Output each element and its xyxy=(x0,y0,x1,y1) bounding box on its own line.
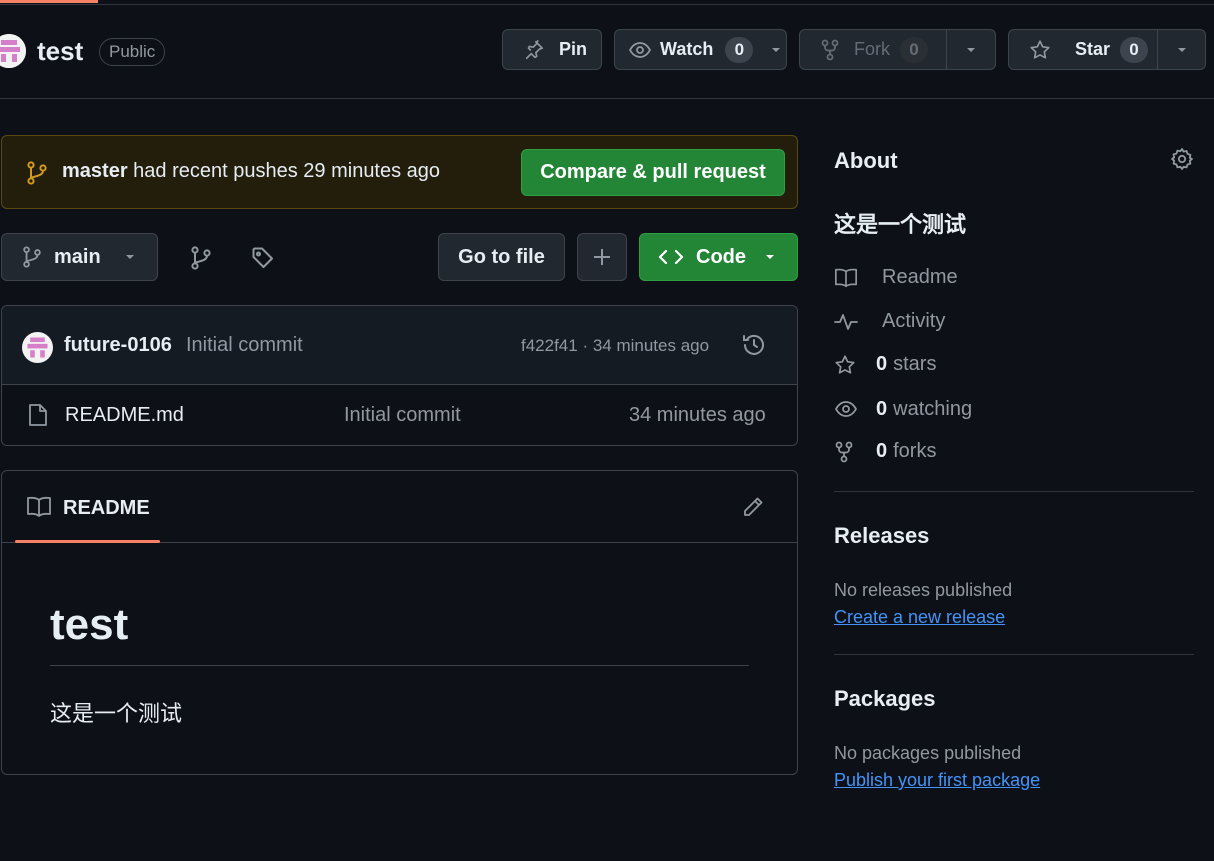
commit-message[interactable]: Initial commit xyxy=(186,334,303,357)
repo-name[interactable]: test xyxy=(37,36,83,67)
file-name[interactable]: README.md xyxy=(65,404,184,427)
readme-tab-indicator xyxy=(15,540,160,543)
about-item-label: forks xyxy=(893,440,937,462)
caret-down-icon xyxy=(769,43,783,57)
watch-label: Watch xyxy=(660,39,714,59)
star-button[interactable]: Star 0 xyxy=(1008,29,1206,70)
branches-icon[interactable] xyxy=(190,246,212,270)
table-row[interactable]: README.md Initial commit 34 minutes ago xyxy=(2,385,797,445)
commit-meta[interactable]: f422f41 · 34 minutes ago xyxy=(521,336,709,356)
commit-author[interactable]: future-0106 xyxy=(64,334,172,357)
about-item-count: 0 xyxy=(876,440,888,462)
branch-icon xyxy=(26,161,48,185)
active-tab-indicator xyxy=(0,0,98,3)
pin-label: Pin xyxy=(559,39,588,59)
readme-heading: test xyxy=(50,600,129,649)
fork-main[interactable]: Fork 0 xyxy=(800,30,946,69)
releases-title[interactable]: Releases xyxy=(834,523,929,549)
about-activity-link[interactable]: Activity xyxy=(834,310,945,333)
plus-icon xyxy=(592,247,612,267)
branch-selector[interactable]: main xyxy=(1,233,158,281)
owner-avatar[interactable] xyxy=(0,34,26,68)
about-forks-link[interactable]: 0 forks xyxy=(834,440,936,463)
file-browser: future-0106 Initial commit f422f41 · 34 … xyxy=(1,305,798,446)
gear-icon[interactable] xyxy=(1170,147,1194,171)
file-age: 34 minutes ago xyxy=(629,404,766,426)
watch-count: 0 xyxy=(725,36,754,63)
pulse-icon xyxy=(834,311,858,333)
caret-down-icon xyxy=(763,250,777,264)
about-item-count: 0 xyxy=(876,353,888,375)
fork-dropdown[interactable] xyxy=(947,30,995,69)
caret-down-icon xyxy=(964,43,978,57)
fork-button[interactable]: Fork 0 xyxy=(799,29,996,70)
watch-button[interactable]: Watch 0 xyxy=(614,29,787,70)
packages-empty-text: No packages published xyxy=(834,743,1022,763)
fork-icon xyxy=(834,441,858,463)
publish-package-link[interactable]: Publish your first package xyxy=(834,770,1040,791)
create-release-link[interactable]: Create a new release xyxy=(834,607,1005,628)
branch-name: main xyxy=(54,245,101,268)
file-commit-message[interactable]: Initial commit xyxy=(344,404,461,427)
recent-push-text: master had recent pushes 29 minutes ago xyxy=(62,160,440,183)
about-item-label: Activity xyxy=(882,310,946,332)
add-file-button[interactable] xyxy=(577,233,627,281)
about-item-label: stars xyxy=(893,353,937,375)
about-item-label: Readme xyxy=(882,266,958,288)
top-divider xyxy=(0,4,1214,5)
star-label: Star xyxy=(1075,39,1111,59)
banner-message: had recent pushes 29 minutes ago xyxy=(127,160,441,182)
file-icon xyxy=(28,403,48,427)
tag-icon[interactable] xyxy=(251,246,275,270)
branch-icon xyxy=(22,246,42,268)
pencil-icon[interactable] xyxy=(741,495,765,519)
visibility-badge: Public xyxy=(99,38,166,66)
code-icon xyxy=(658,247,684,267)
fork-icon xyxy=(820,39,840,61)
about-item-label: watching xyxy=(893,397,973,420)
code-label: Code xyxy=(696,245,746,268)
book-icon xyxy=(834,267,858,289)
repo-description: 这是一个测试 xyxy=(834,212,967,237)
readme-tab[interactable]: README xyxy=(63,497,150,520)
readme-body: 这是一个测试 xyxy=(50,701,183,726)
banner-branch[interactable]: master xyxy=(62,160,128,182)
watch-dropdown[interactable] xyxy=(763,30,783,69)
fork-label: Fork xyxy=(854,39,890,59)
star-icon xyxy=(834,354,858,376)
caret-down-icon xyxy=(123,250,137,264)
about-title: About xyxy=(834,148,898,173)
star-count: 0 xyxy=(1120,36,1149,63)
compare-pull-request-button[interactable]: Compare & pull request xyxy=(521,149,785,196)
latest-commit-row: future-0106 Initial commit f422f41 · 34 … xyxy=(2,306,797,385)
avatar[interactable] xyxy=(22,332,53,363)
history-icon[interactable] xyxy=(741,332,767,358)
about-stars-link[interactable]: 0 stars xyxy=(834,353,936,376)
about-watching-link[interactable]: 0 watching xyxy=(834,397,972,421)
star-main[interactable]: Star 0 xyxy=(1009,30,1157,69)
star-dropdown[interactable] xyxy=(1158,30,1205,69)
sidebar-divider xyxy=(834,491,1194,492)
eye-icon xyxy=(628,38,652,62)
eye-icon xyxy=(834,397,858,421)
about-readme-link[interactable]: Readme xyxy=(834,266,958,289)
fork-count: 0 xyxy=(900,36,928,63)
header-divider xyxy=(0,98,1214,99)
caret-down-icon xyxy=(1175,43,1189,57)
readme-heading-rule xyxy=(50,665,749,666)
sidebar-divider xyxy=(834,654,1194,655)
pin-icon xyxy=(523,39,545,61)
pin-button[interactable]: Pin xyxy=(502,29,602,70)
star-icon xyxy=(1029,39,1051,61)
readme-header: README xyxy=(2,471,797,543)
releases-empty-text: No releases published xyxy=(834,580,1013,600)
go-to-file-button[interactable]: Go to file xyxy=(438,233,565,281)
about-item-count: 0 xyxy=(876,397,888,420)
code-button[interactable]: Code xyxy=(639,233,798,281)
packages-title[interactable]: Packages xyxy=(834,686,936,712)
book-icon xyxy=(26,496,52,518)
watch-main[interactable]: Watch 0 xyxy=(615,30,763,69)
